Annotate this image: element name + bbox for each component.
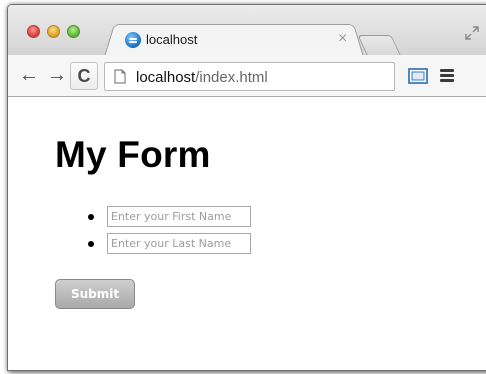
last-name-field[interactable] <box>107 233 251 254</box>
forward-button[interactable]: → <box>46 64 68 86</box>
new-tab-button[interactable] <box>357 35 401 55</box>
url-path: /index.html <box>195 69 268 86</box>
toolbar: ← → C localhost/index.html <box>8 55 486 97</box>
zoom-window-button[interactable] <box>67 25 80 38</box>
url-host: localhost <box>136 69 196 86</box>
back-button[interactable]: ← <box>18 64 40 86</box>
first-name-field[interactable] <box>107 206 251 227</box>
page-icon <box>114 69 126 84</box>
favicon-icon <box>125 32 141 48</box>
bullet-icon <box>88 241 94 247</box>
submit-button[interactable]: Submit <box>55 279 135 309</box>
reload-button[interactable]: C <box>70 62 98 90</box>
title-bar: localhost × <box>8 5 486 57</box>
tab-title: localhost <box>146 32 198 47</box>
page-title: My Form <box>55 134 211 175</box>
browser-window: localhost × ← → C localhost/index.html M… <box>7 4 486 371</box>
menu-icon[interactable] <box>440 69 456 83</box>
tab-content[interactable]: localhost × <box>120 29 360 51</box>
minimize-window-button[interactable] <box>47 25 60 38</box>
page-content: My Form Submit <box>8 98 486 370</box>
url-text[interactable]: localhost/index.html <box>136 69 268 86</box>
close-window-button[interactable] <box>27 25 40 38</box>
cast-icon[interactable] <box>407 67 429 85</box>
tab-close-icon[interactable]: × <box>338 30 347 48</box>
address-bar[interactable]: localhost/index.html <box>104 62 395 91</box>
bullet-icon <box>88 214 94 220</box>
fullscreen-icon[interactable] <box>464 25 480 41</box>
